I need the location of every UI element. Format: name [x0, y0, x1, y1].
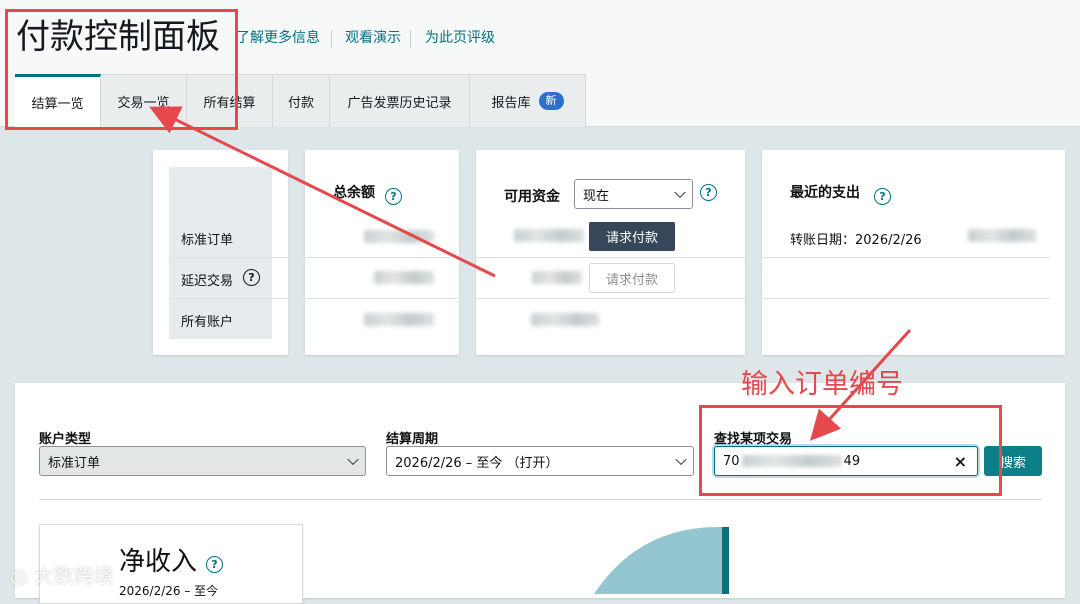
- watermark: ◎ 大数跨境: [10, 560, 114, 589]
- annotation-arrows: [149, 106, 912, 441]
- watermark-logo-icon: ◎: [10, 564, 34, 588]
- watermark-text: 大数跨境: [33, 564, 114, 588]
- arrow-to-tab: [149, 106, 496, 278]
- arrow-to-search: [809, 328, 912, 441]
